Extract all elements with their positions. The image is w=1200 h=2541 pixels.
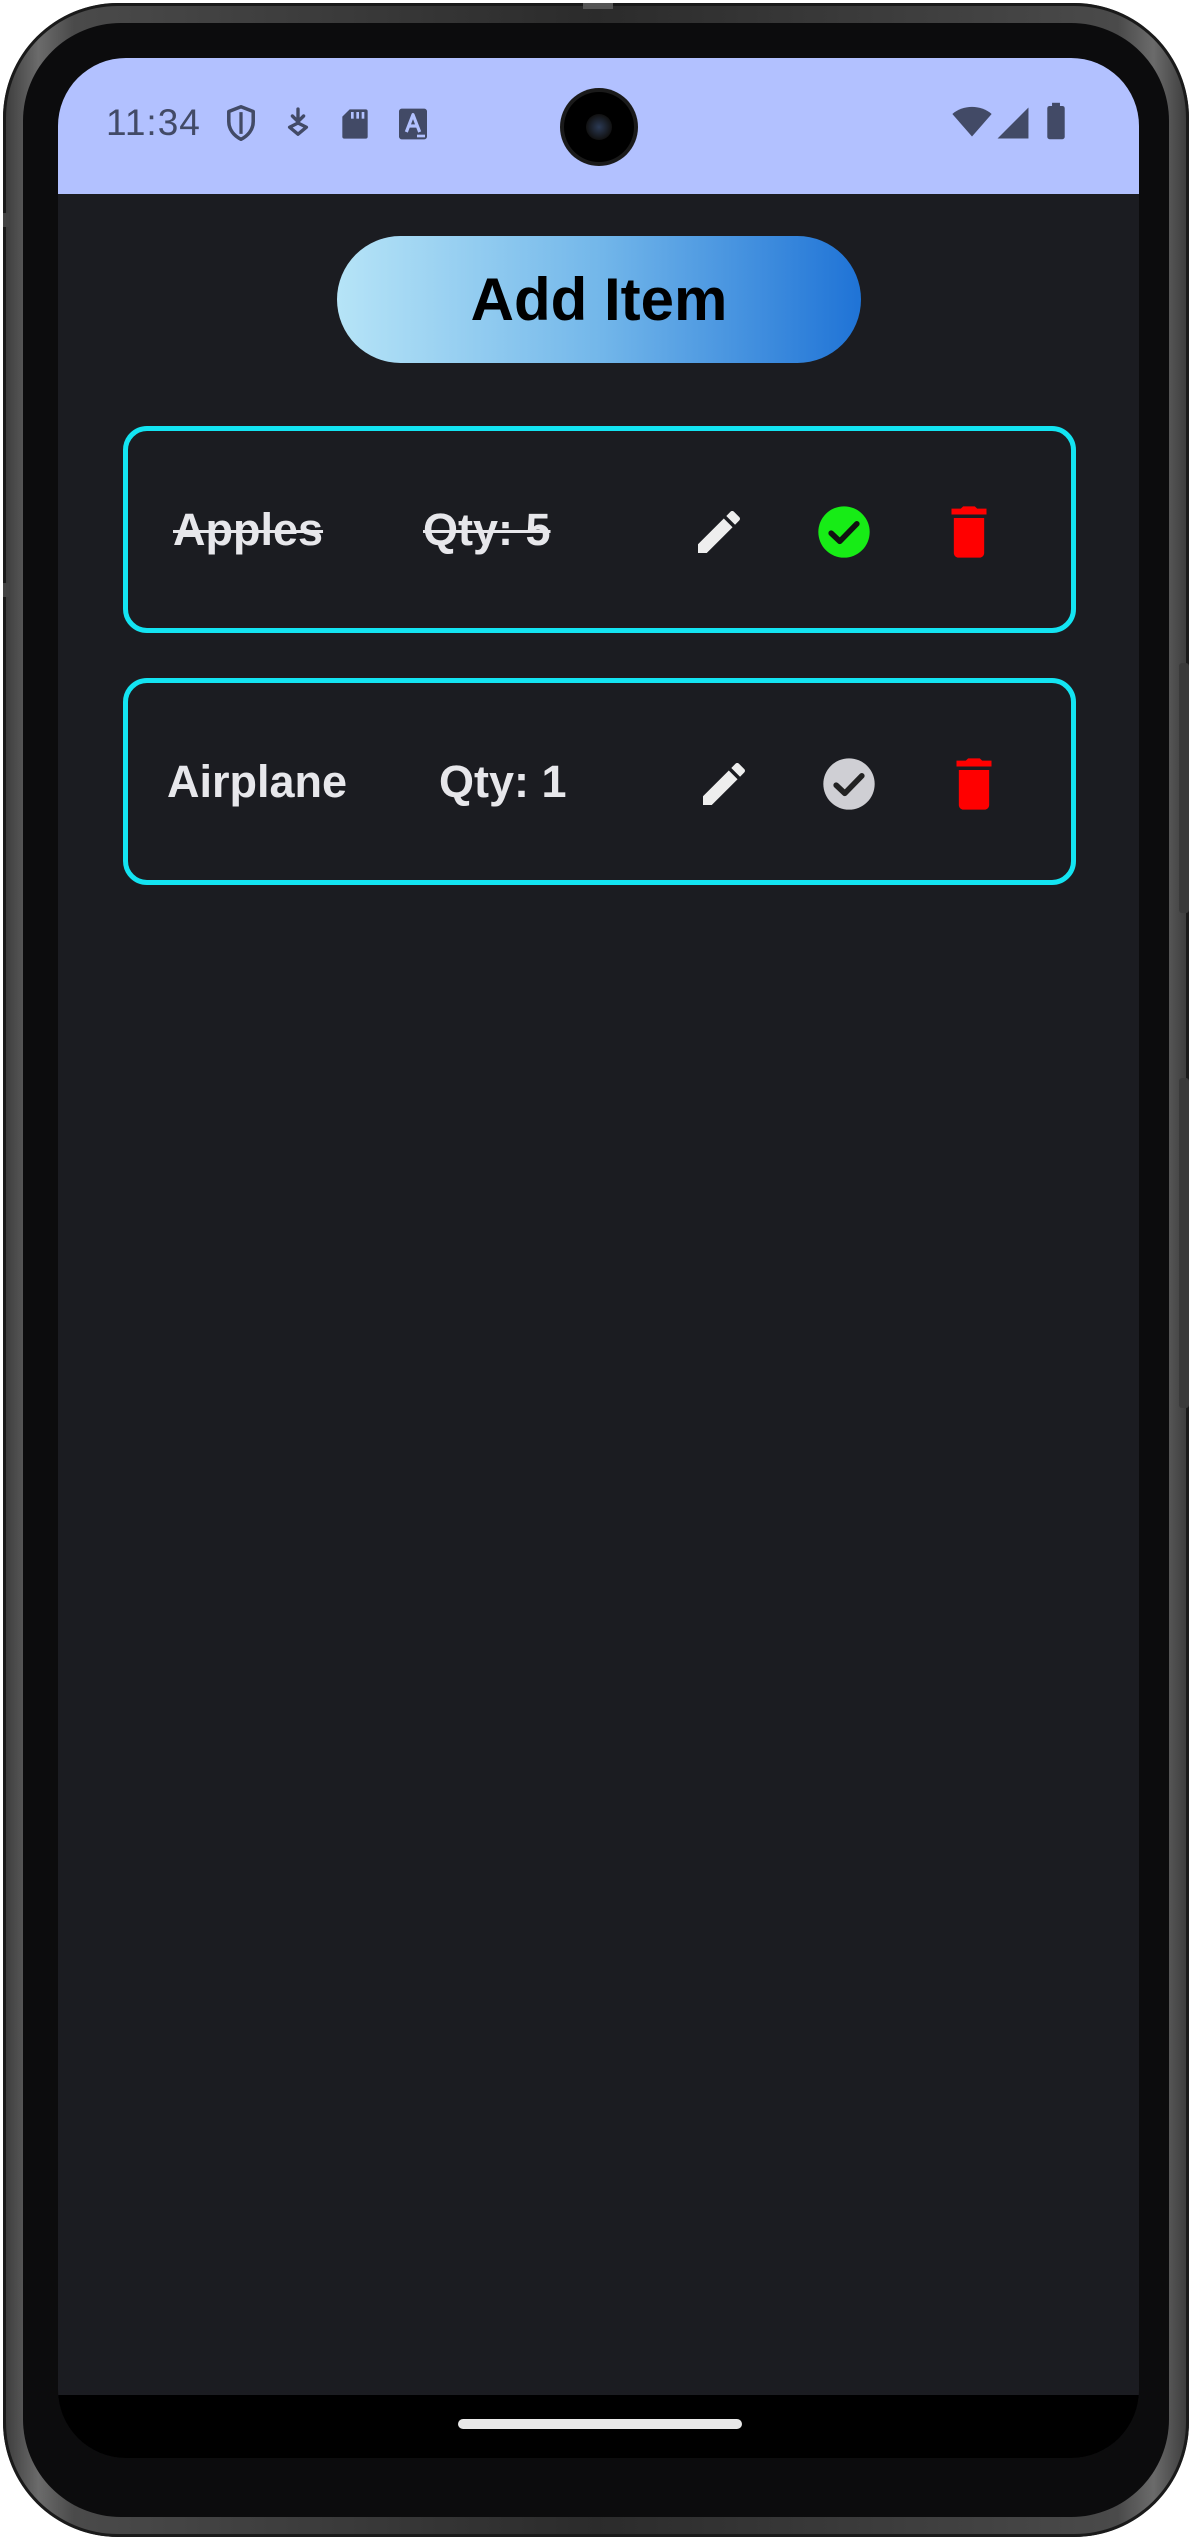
frame-seam-top bbox=[3, 213, 9, 227]
download-notification-icon bbox=[287, 107, 309, 136]
trash-icon bbox=[956, 758, 992, 810]
power-button bbox=[1179, 663, 1189, 913]
list-item: Apples Qty: 5 bbox=[123, 426, 1076, 633]
item-quantity: Qty: 5 bbox=[423, 503, 551, 555]
screen: 11:34 Add Item Apples Qty: 5 Airplane Qt… bbox=[58, 58, 1139, 2458]
item-name: Apples bbox=[173, 503, 324, 555]
signal-icon bbox=[997, 107, 1029, 139]
item-name: Airplane bbox=[167, 755, 348, 807]
list-item: Airplane Qty: 1 bbox=[123, 678, 1076, 885]
delete-button[interactable] bbox=[941, 504, 997, 560]
wifi-icon bbox=[952, 106, 992, 137]
sd-card-icon bbox=[342, 109, 368, 139]
camera-lens bbox=[586, 114, 612, 140]
pencil-icon bbox=[698, 510, 741, 553]
add-item-button[interactable]: Add Item bbox=[337, 236, 861, 363]
trash-icon bbox=[951, 506, 987, 558]
status-bar: 11:34 bbox=[58, 58, 1139, 194]
check-button[interactable] bbox=[816, 504, 872, 560]
top-sensor bbox=[583, 3, 613, 9]
frame-seam-mid bbox=[3, 583, 9, 597]
home-gesture-handle[interactable] bbox=[458, 2419, 742, 2429]
pencil-icon bbox=[703, 762, 746, 805]
check-circle-icon bbox=[818, 506, 870, 558]
battery-icon bbox=[1047, 102, 1065, 140]
item-quantity: Qty: 1 bbox=[439, 755, 567, 807]
volume-button bbox=[1179, 1078, 1189, 1408]
edit-button[interactable] bbox=[696, 756, 752, 812]
status-time: 11:34 bbox=[106, 102, 201, 143]
front-camera bbox=[564, 92, 634, 162]
shield-icon bbox=[227, 104, 255, 142]
delete-button[interactable] bbox=[946, 756, 1002, 812]
edit-button[interactable] bbox=[691, 504, 747, 560]
font-a-icon bbox=[399, 108, 427, 140]
check-button[interactable] bbox=[821, 756, 877, 812]
check-circle-icon bbox=[823, 758, 875, 810]
